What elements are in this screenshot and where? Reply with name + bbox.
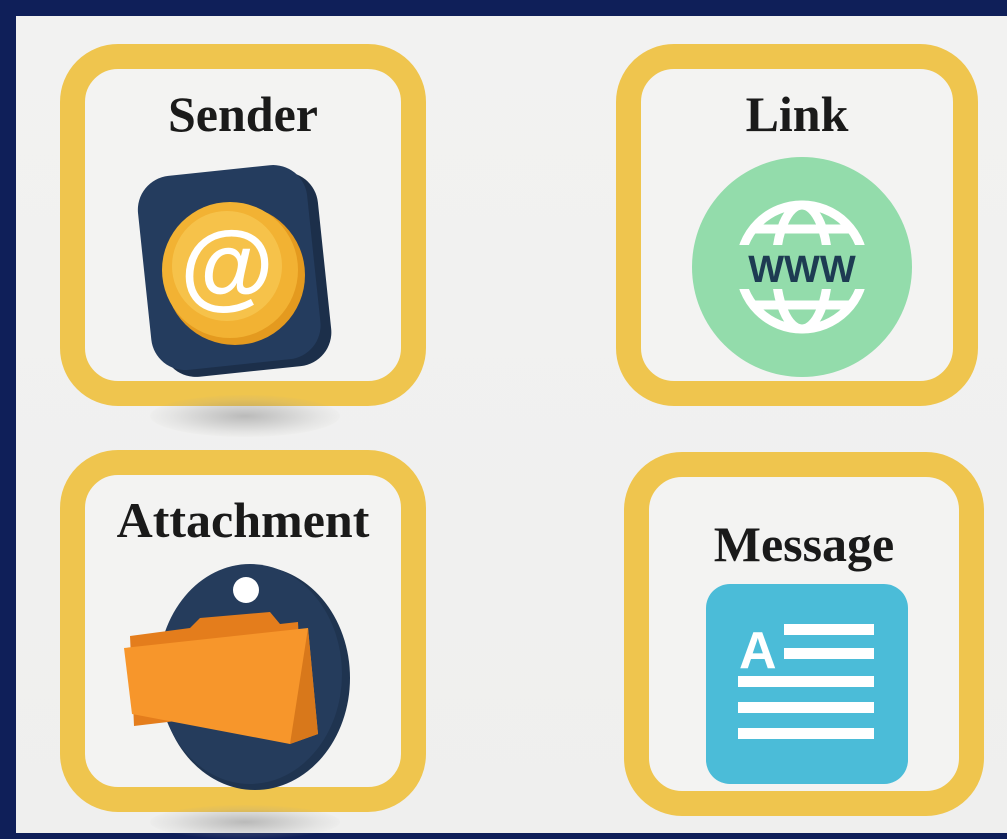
attachment-icon-shadow [150, 805, 340, 839]
message-card-title: Message [713, 516, 895, 572]
folder-icon [124, 564, 350, 790]
at-symbol: @ [180, 212, 274, 319]
at-sign-icon: @ [137, 165, 332, 377]
document-letter: A [739, 622, 777, 680]
sender-card-title: Sender [168, 86, 318, 142]
document-text-icon: A [706, 584, 908, 784]
sender-icon-shadow [150, 395, 340, 437]
globe-www-icon: WWW [692, 157, 912, 377]
www-text: WWW [748, 249, 856, 291]
attachment-card-title: Attachment [116, 492, 370, 548]
link-card-title: Link [745, 86, 849, 142]
outer-frame: Sender @ Link WWW Attachment Message A [0, 0, 1007, 839]
